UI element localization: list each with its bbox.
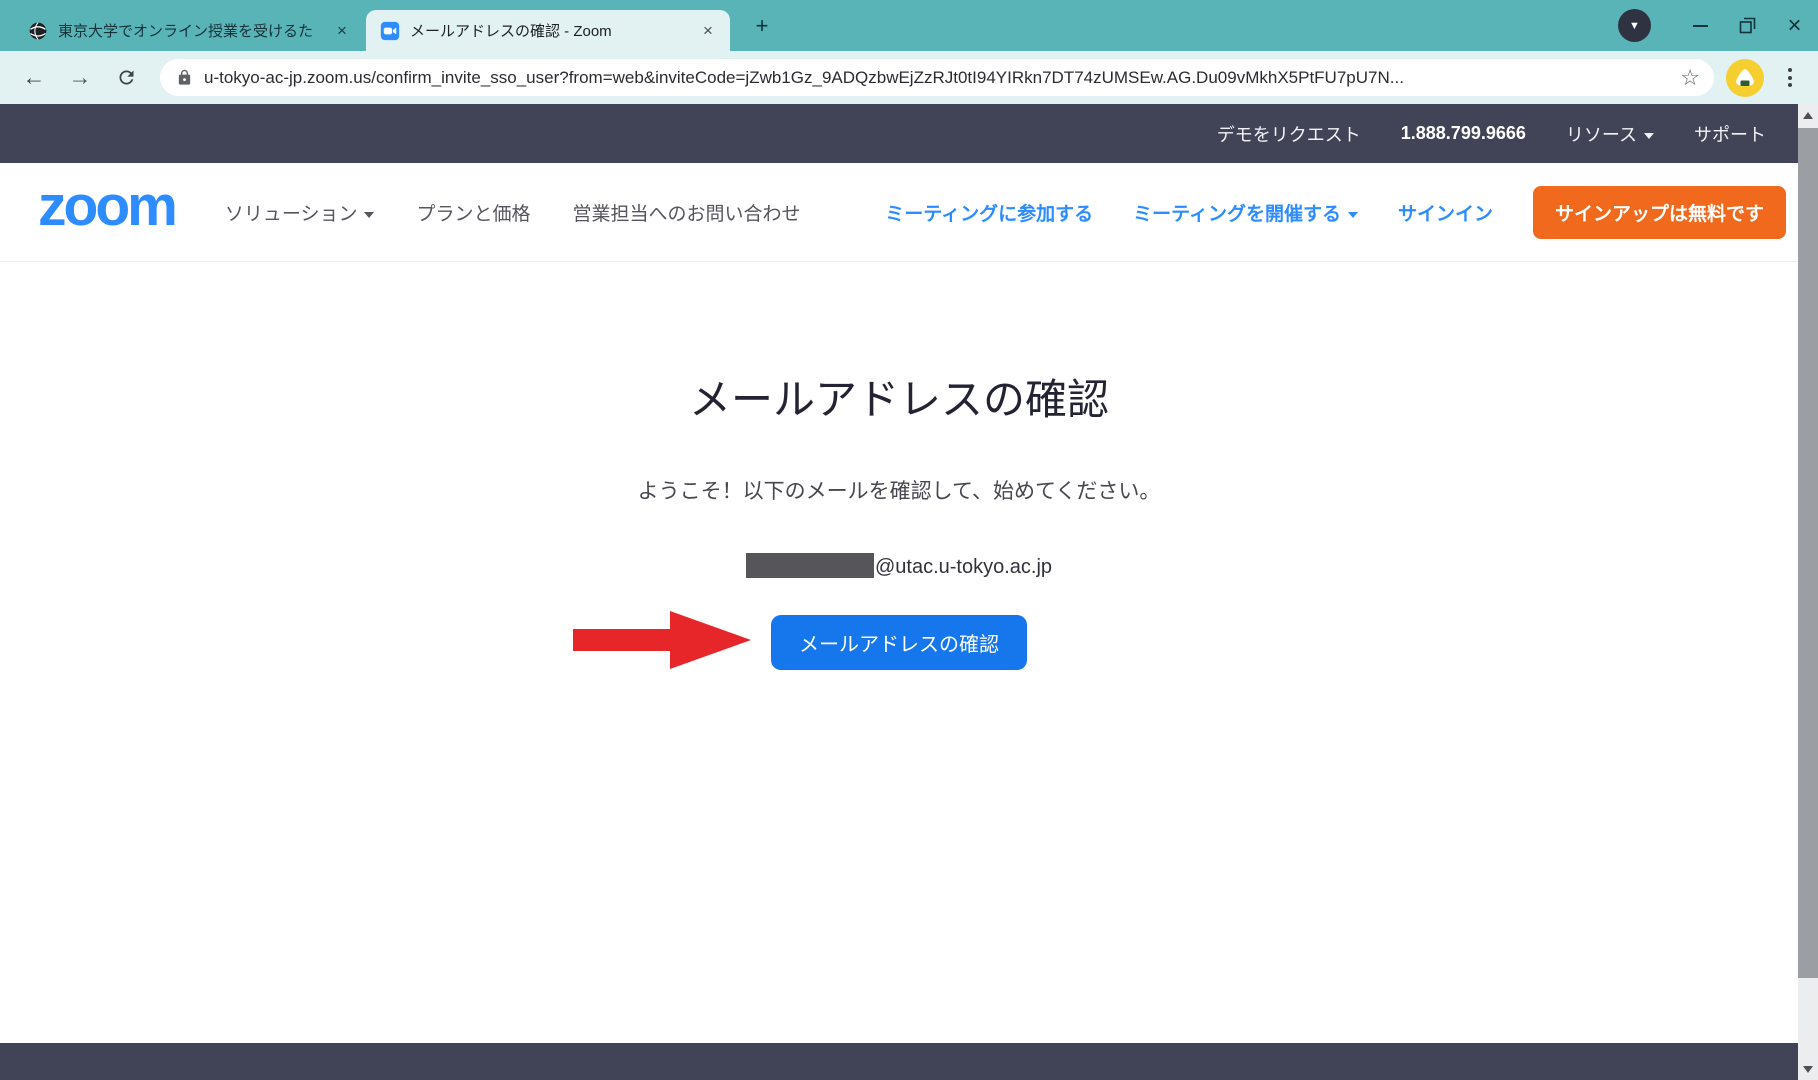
confirm-email-page: メールアドレスの確認 ようこそ！以下のメールを確認して、始めてください。 @ut… bbox=[0, 262, 1798, 670]
chevron-down-icon bbox=[1644, 133, 1654, 139]
sign-in-link[interactable]: サインイン bbox=[1398, 199, 1493, 226]
page-content: デモをリクエスト 1.888.799.9666 リソース サポート zoom ソ… bbox=[0, 104, 1798, 1080]
close-window-button[interactable]: × bbox=[1771, 0, 1818, 51]
restore-icon bbox=[1739, 17, 1756, 34]
zoom-camera-icon bbox=[380, 21, 400, 41]
email-domain: @utac.u-tokyo.ac.jp bbox=[875, 556, 1052, 578]
vertical-scrollbar[interactable] bbox=[1798, 104, 1818, 1080]
window-controls: ▼ × bbox=[1618, 0, 1818, 51]
tab-close-icon[interactable]: × bbox=[696, 19, 720, 43]
solutions-menu[interactable]: ソリューション bbox=[225, 199, 375, 226]
browser-toolbar: ← → u-tokyo-ac-jp.zoom.us/confirm_invite… bbox=[0, 51, 1818, 104]
tab-utelecon[interactable]: 東京大学でオンライン授業を受けるた × bbox=[14, 10, 364, 51]
request-demo-link[interactable]: デモをリクエスト bbox=[1217, 121, 1361, 147]
browser-titlebar: 東京大学でオンライン授業を受けるた × メールアドレスの確認 - Zoom × … bbox=[0, 0, 1818, 51]
new-tab-button[interactable]: + bbox=[748, 12, 776, 40]
plans-pricing-link[interactable]: プランと価格 bbox=[416, 199, 530, 226]
profile-avatar[interactable] bbox=[1726, 59, 1764, 97]
scroll-up-arrow[interactable] bbox=[1798, 104, 1818, 126]
reload-icon bbox=[116, 67, 137, 88]
zoom-top-bar: デモをリクエスト 1.888.799.9666 リソース サポート bbox=[0, 104, 1798, 163]
url-text: u-tokyo-ac-jp.zoom.us/confirm_invite_sso… bbox=[204, 68, 1670, 88]
zoom-main-nav: zoom ソリューション プランと価格 営業担当へのお問い合わせ ミーティングに… bbox=[0, 163, 1798, 262]
zoom-logo[interactable]: zoom bbox=[38, 181, 175, 242]
nav-left-links: ソリューション プランと価格 営業担当へのお問い合わせ bbox=[225, 199, 801, 226]
tab-search-button[interactable]: ▼ bbox=[1618, 9, 1651, 42]
red-arrow-annotation bbox=[573, 609, 751, 671]
lock-icon bbox=[176, 69, 193, 86]
nav-right-links: ミーティングに参加する ミーティングを開催する サインイン サインアップは無料で… bbox=[885, 186, 1786, 239]
tab-title: メールアドレスの確認 - Zoom bbox=[410, 20, 696, 41]
page-footer bbox=[0, 1043, 1798, 1080]
chevron-down-icon bbox=[364, 212, 374, 218]
minimize-icon bbox=[1693, 25, 1708, 27]
back-button[interactable]: ← bbox=[16, 60, 52, 96]
join-meeting-link[interactable]: ミーティングに参加する bbox=[885, 199, 1093, 226]
chevron-down-icon bbox=[1348, 212, 1358, 218]
onigiri-icon bbox=[1732, 65, 1758, 91]
confirm-email-button[interactable]: メールアドレスの確認 bbox=[771, 615, 1027, 670]
support-link[interactable]: サポート bbox=[1694, 121, 1766, 147]
restore-button[interactable] bbox=[1724, 0, 1771, 51]
email-address: @utac.u-tokyo.ac.jp bbox=[0, 553, 1798, 579]
page-title: メールアドレスの確認 bbox=[0, 366, 1798, 427]
tab-close-icon[interactable]: × bbox=[330, 19, 354, 43]
redacted-email-local-part bbox=[746, 553, 874, 578]
welcome-text: ようこそ！以下のメールを確認して、始めてください。 bbox=[0, 475, 1798, 505]
confirm-button-row: メールアドレスの確認 bbox=[0, 615, 1798, 670]
scrollbar-thumb[interactable] bbox=[1798, 128, 1818, 978]
globe-icon bbox=[28, 21, 48, 41]
url-bar[interactable]: u-tokyo-ac-jp.zoom.us/confirm_invite_sso… bbox=[160, 59, 1714, 96]
minimize-button[interactable] bbox=[1677, 0, 1724, 51]
browser-menu-button[interactable] bbox=[1782, 62, 1798, 93]
close-icon: × bbox=[1787, 14, 1801, 38]
reload-button[interactable] bbox=[108, 60, 144, 96]
signup-button[interactable]: サインアップは無料です bbox=[1533, 186, 1786, 239]
browser-window: 東京大学でオンライン授業を受けるた × メールアドレスの確認 - Zoom × … bbox=[0, 0, 1818, 1080]
tab-zoom-confirm[interactable]: メールアドレスの確認 - Zoom × bbox=[366, 10, 730, 51]
forward-button[interactable]: → bbox=[62, 60, 98, 96]
tab-title: 東京大学でオンライン授業を受けるた bbox=[58, 20, 330, 41]
phone-number[interactable]: 1.888.799.9666 bbox=[1401, 123, 1526, 144]
bookmark-star-icon[interactable]: ☆ bbox=[1680, 65, 1700, 91]
host-meeting-menu[interactable]: ミーティングを開催する bbox=[1133, 199, 1358, 226]
scroll-down-arrow[interactable] bbox=[1798, 1058, 1818, 1080]
resources-menu[interactable]: リソース bbox=[1566, 121, 1654, 147]
contact-sales-link[interactable]: 営業担当へのお問い合わせ bbox=[572, 199, 800, 226]
